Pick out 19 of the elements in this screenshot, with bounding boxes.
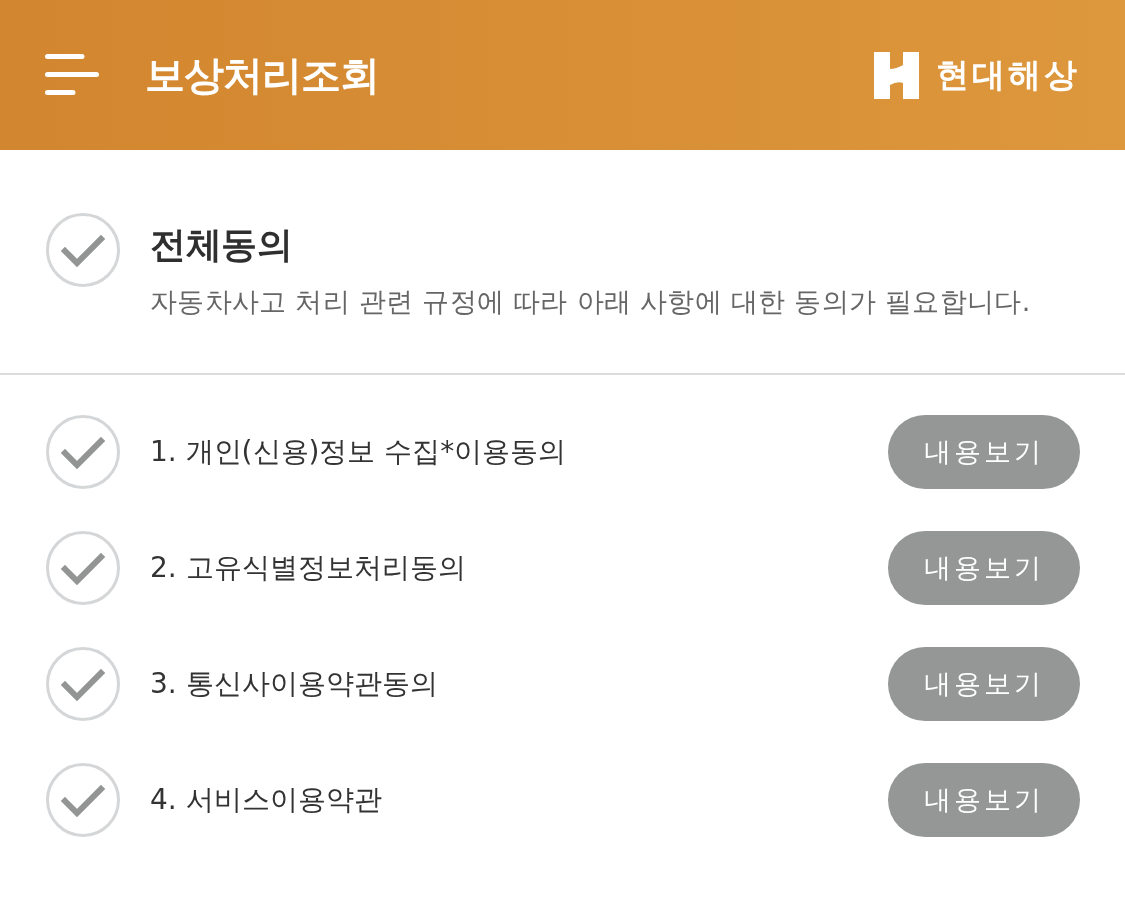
- agree-all-title: 전체동의: [150, 223, 293, 267]
- view-button[interactable]: 내용보기: [888, 763, 1080, 837]
- logo-mark-icon: [874, 51, 919, 99]
- consent-label: 1. 개인(신용)정보 수집*이용동의: [150, 433, 567, 470]
- agree-description: 자동차사고 처리 관련 규정에 따라 아래 사항에 대한 동의가 필요합니다.: [150, 285, 1031, 319]
- checkbox[interactable]: [46, 647, 120, 721]
- view-button[interactable]: 내용보기: [888, 647, 1080, 721]
- view-button[interactable]: 내용보기: [888, 415, 1080, 489]
- checkbox[interactable]: [46, 213, 120, 287]
- consent-label: 2. 고유식별정보처리동의: [150, 549, 466, 586]
- consent-label: 4. 서비스이용약관: [150, 781, 382, 818]
- checkbox[interactable]: [46, 415, 120, 489]
- brand-name: 현대해상: [936, 55, 1080, 95]
- checkbox[interactable]: [46, 531, 120, 605]
- consent-label: 3. 통신사이용약관동의: [150, 665, 438, 702]
- page-title: 보상처리조회: [145, 51, 379, 99]
- menu-icon[interactable]: [45, 54, 99, 96]
- view-button[interactable]: 내용보기: [888, 531, 1080, 605]
- checkbox[interactable]: [46, 763, 120, 837]
